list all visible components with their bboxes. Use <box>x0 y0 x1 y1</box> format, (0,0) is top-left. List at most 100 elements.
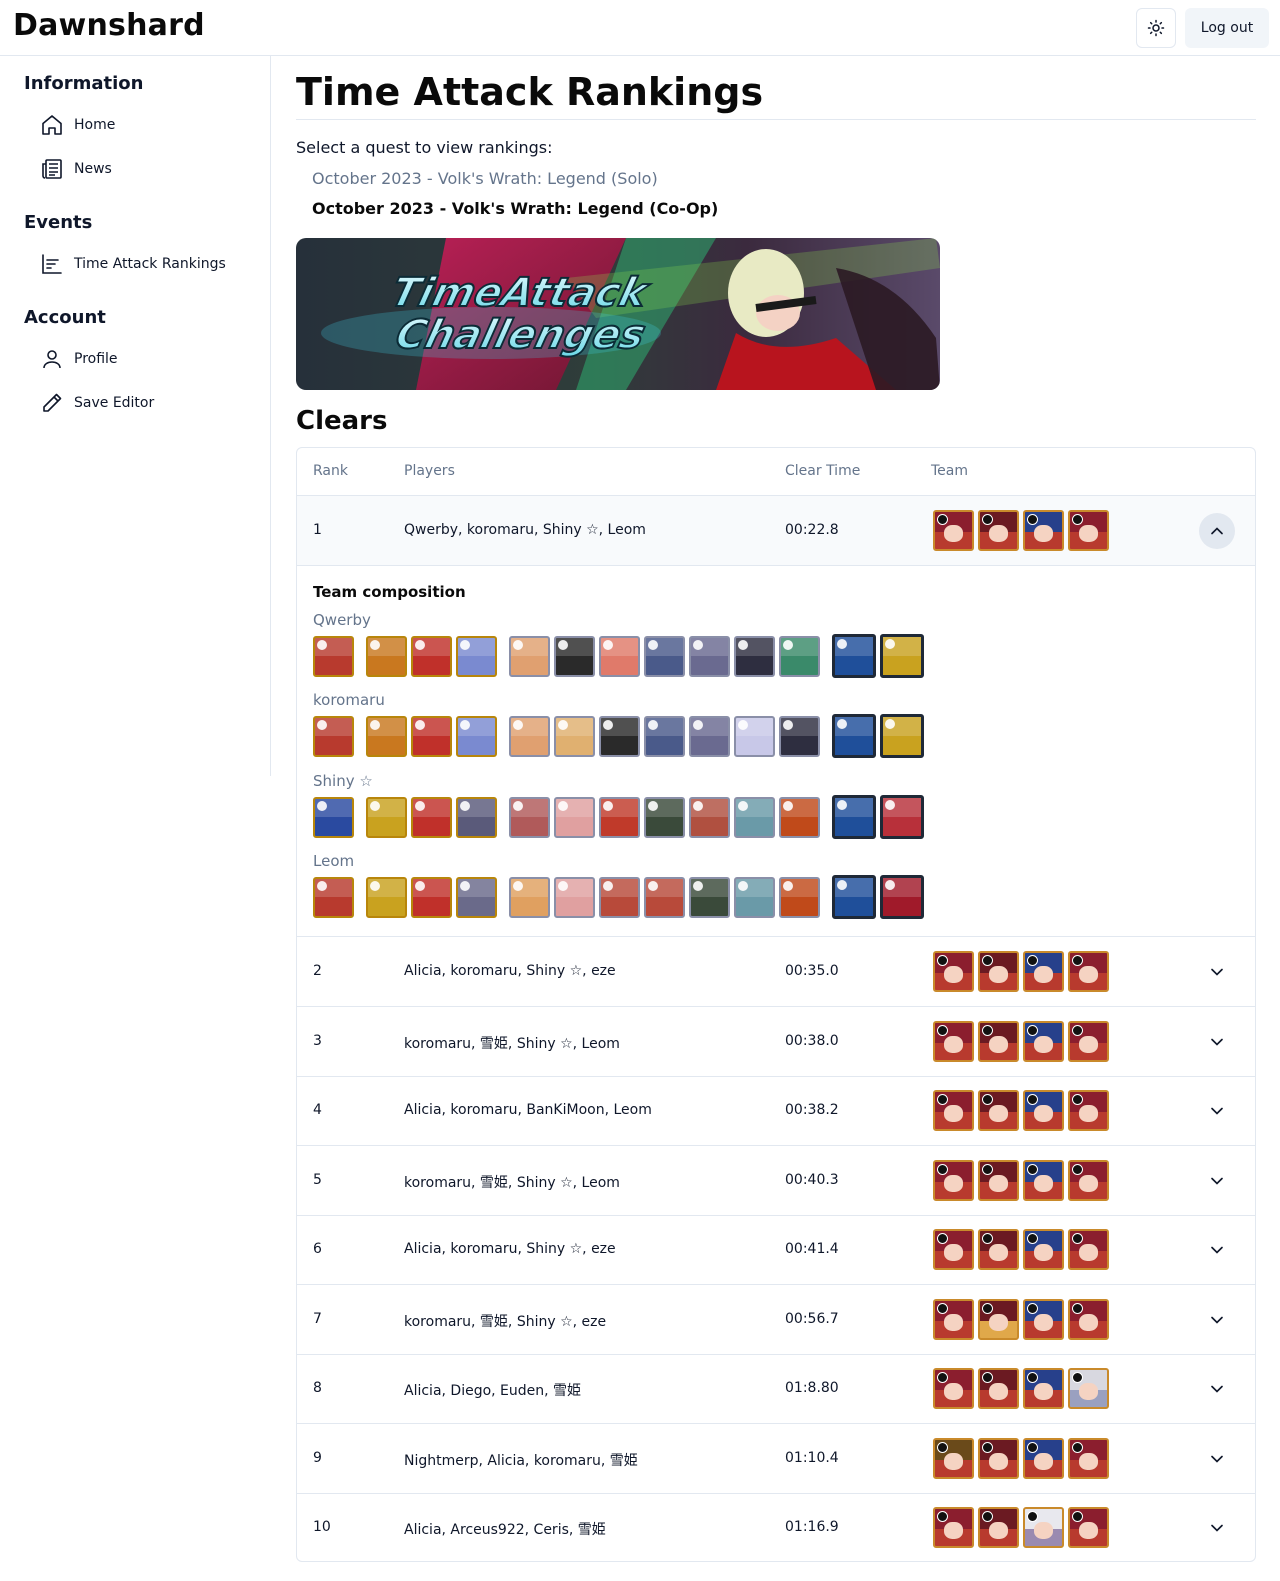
adventurer-portrait-icon <box>978 951 1019 992</box>
team-portraits <box>933 1438 1109 1479</box>
sidebar-item-label: Profile <box>74 351 118 367</box>
sidebar-item-profile[interactable]: Profile <box>40 341 118 377</box>
sidebar-heading-events: Events <box>24 212 93 233</box>
table-row[interactable]: 1 Qwerby, koromaru, Shiny ☆, Leom 00:22.… <box>297 496 1255 566</box>
adventurer-portrait-icon <box>978 1438 1019 1479</box>
adventurer-portrait-icon <box>1023 1438 1064 1479</box>
column-header-rank: Rank <box>313 463 348 479</box>
adventurer-portrait-icon <box>1068 1368 1109 1409</box>
players-cell: Nightmerp, Alicia, koromaru, 雪姫 <box>404 1453 638 1469</box>
team-portraits <box>933 1299 1109 1340</box>
table-row[interactable]: 7 koromaru, 雪姫, Shiny ☆, eze 00:56.7 <box>297 1285 1255 1355</box>
expand-button[interactable] <box>1199 1302 1235 1338</box>
adventurer-weapon-icon <box>411 715 452 757</box>
dragon-icon <box>644 796 685 838</box>
collapse-button[interactable] <box>1199 513 1235 549</box>
brand-logo[interactable]: Dawnshard <box>13 8 205 43</box>
table-row[interactable]: 6 Alicia, koromaru, Shiny ☆, eze 00:41.4 <box>297 1215 1255 1285</box>
adventurer-portrait-icon <box>978 1229 1019 1270</box>
clear-time-cell: 00:41.4 <box>785 1241 839 1257</box>
adventurer-portrait-icon <box>933 1090 974 1131</box>
column-header-players: Players <box>404 463 455 479</box>
sidebar-item-home[interactable]: Home <box>40 107 115 143</box>
table-row[interactable]: 2 Alicia, koromaru, Shiny ☆, eze 00:35.0 <box>297 937 1255 1007</box>
column-header-clear-time: Clear Time <box>785 463 861 479</box>
sidebar-heading-account: Account <box>24 307 106 328</box>
chevron-down-icon <box>1211 1246 1223 1254</box>
dragon-icon <box>644 715 685 757</box>
adventurer-portrait-icon <box>1068 510 1109 551</box>
adventurer-portrait-icon <box>978 510 1019 551</box>
adventurer-portrait-icon <box>933 1438 974 1479</box>
composition-icon-row <box>313 634 928 678</box>
composition-player-name: Shiny ☆ <box>313 772 373 790</box>
dragon-icon <box>554 715 595 757</box>
adventurer-portrait-icon <box>1023 510 1064 551</box>
rank-cell: 4 <box>313 1102 322 1118</box>
wyrmprint-icon <box>832 795 876 839</box>
quest-link-solo[interactable]: October 2023 - Volk's Wrath: Legend (Sol… <box>312 169 658 188</box>
chevron-down-icon <box>1211 1038 1223 1046</box>
dragon-icon <box>554 796 595 838</box>
rank-cell: 1 <box>313 522 322 538</box>
dragon-icon <box>509 796 550 838</box>
expand-button[interactable] <box>1199 1441 1235 1477</box>
dragon-icon <box>689 715 730 757</box>
table-row[interactable]: 3 koromaru, 雪姫, Shiny ☆, Leom 00:38.0 <box>297 1007 1255 1077</box>
dragon-icon <box>779 715 820 757</box>
rank-cell: 3 <box>313 1033 322 1049</box>
sidebar-item-label: Home <box>74 117 116 133</box>
dragon-icon <box>509 715 550 757</box>
table-row[interactable]: 8 Alicia, Diego, Euden, 雪姫 01:8.80 <box>297 1354 1255 1424</box>
adventurer-portrait-icon <box>1068 1229 1109 1270</box>
adventurer-weapon-icon <box>366 635 407 677</box>
chevron-down-icon <box>1211 968 1223 976</box>
adventurer-portrait-icon <box>1068 1507 1109 1548</box>
composition-player-name: koromaru <box>313 691 385 709</box>
players-cell: Alicia, koromaru, Shiny ☆, eze <box>404 963 616 979</box>
rank-cell: 10 <box>313 1519 331 1535</box>
adventurer-portrait-icon <box>1023 1021 1064 1062</box>
sidebar-item-save-editor[interactable]: Save Editor <box>40 385 154 421</box>
sidebar-item-time-attack-rankings[interactable]: Time Attack Rankings <box>40 246 226 282</box>
team-portraits <box>933 1229 1109 1270</box>
user-icon <box>43 350 61 369</box>
expand-button[interactable] <box>1199 1232 1235 1268</box>
adventurer-portrait-icon <box>1068 1438 1109 1479</box>
table-row[interactable]: 5 koromaru, 雪姫, Shiny ☆, Leom 00:40.3 <box>297 1146 1255 1216</box>
expand-button[interactable] <box>1199 1093 1235 1129</box>
clear-time-cell: 00:35.0 <box>785 963 839 979</box>
players-cell: koromaru, 雪姫, Shiny ☆, Leom <box>404 1175 620 1191</box>
expand-button[interactable] <box>1199 1510 1235 1546</box>
adventurer-weapon-icon <box>411 876 452 918</box>
sidebar-item-news[interactable]: News <box>40 151 112 187</box>
dragon-icon <box>599 796 640 838</box>
table-row[interactable]: 9 Nightmerp, Alicia, koromaru, 雪姫 01:10.… <box>297 1424 1255 1494</box>
adventurer-weapon-icon <box>366 796 407 838</box>
adventurer-portrait-icon <box>1068 1160 1109 1201</box>
dragon-icon <box>734 796 775 838</box>
players-cell: koromaru, 雪姫, Shiny ☆, eze <box>404 1314 607 1330</box>
sidebar-item-label: Save Editor <box>74 395 155 411</box>
adventurer-weapon-icon <box>313 796 354 838</box>
table-row[interactable]: 10 Alicia, Arceus922, Ceris, 雪姫 01:16.9 <box>297 1493 1255 1561</box>
team-composition-title: Team composition <box>313 583 466 601</box>
adventurer-portrait-icon <box>978 1299 1019 1340</box>
composition-player-name: Qwerby <box>313 611 371 629</box>
team-composition-panel: Team composition Qwerby koromaru Shiny ☆… <box>297 565 1255 937</box>
expand-button[interactable] <box>1199 1163 1235 1199</box>
logout-button[interactable]: Log out <box>1185 8 1269 48</box>
table-row[interactable]: 4 Alicia, koromaru, BanKiMoon, Leom 00:3… <box>297 1076 1255 1146</box>
dragon-icon <box>779 796 820 838</box>
dragon-icon <box>599 876 640 918</box>
expand-button[interactable] <box>1199 1024 1235 1060</box>
adventurer-weapon-icon <box>456 715 497 757</box>
dragon-icon <box>734 876 775 918</box>
expand-button[interactable] <box>1199 1371 1235 1407</box>
players-cell: Alicia, Arceus922, Ceris, 雪姫 <box>404 1522 606 1538</box>
theme-toggle-button[interactable] <box>1136 8 1176 48</box>
wyrmprint-icon <box>832 634 876 678</box>
quest-link-coop[interactable]: October 2023 - Volk's Wrath: Legend (Co-… <box>312 199 718 218</box>
expand-button[interactable] <box>1199 954 1235 990</box>
composition-icon-row <box>313 714 928 758</box>
